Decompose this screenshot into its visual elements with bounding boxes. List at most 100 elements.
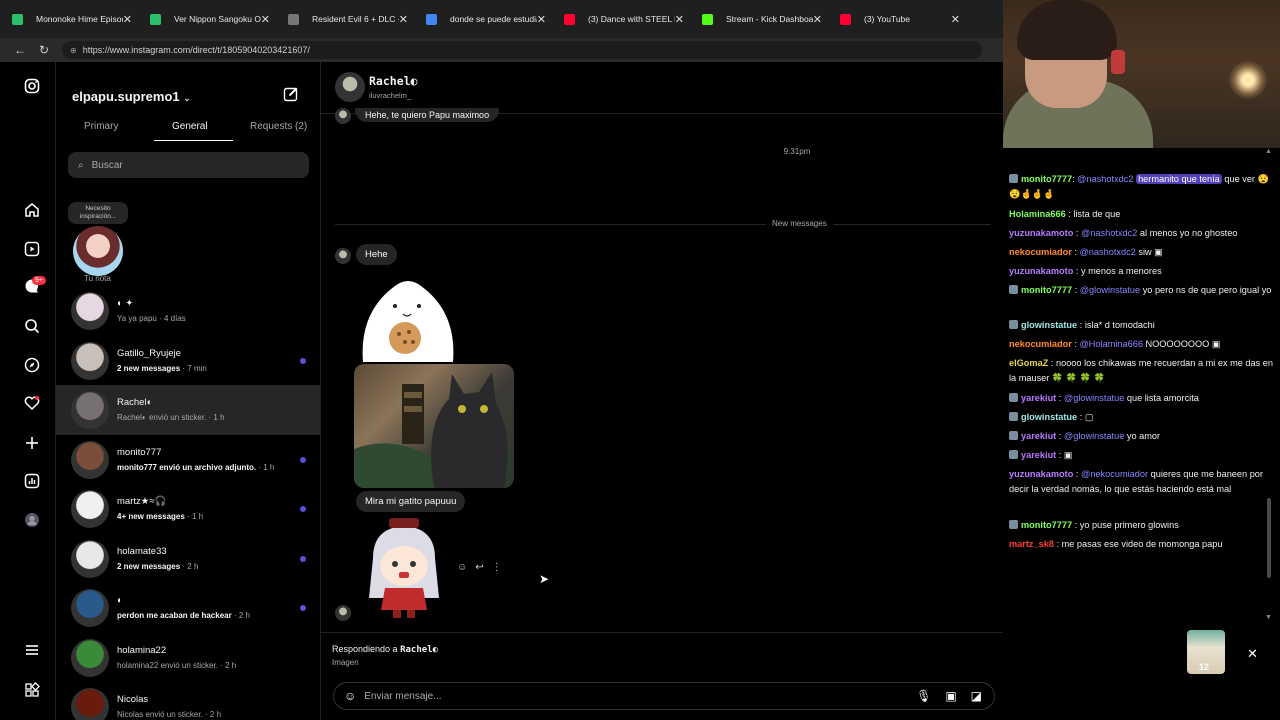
close-tab-icon[interactable]: ✕ bbox=[261, 13, 270, 26]
emoji-icon[interactable]: ☺ bbox=[344, 689, 356, 703]
chat-scrollbar[interactable] bbox=[1267, 498, 1271, 578]
user-badge-icon bbox=[1009, 450, 1018, 459]
reels-icon[interactable] bbox=[22, 239, 42, 259]
close-tab-icon[interactable]: ✕ bbox=[537, 13, 546, 26]
chat-username[interactable]: nekocumiador bbox=[1009, 339, 1072, 349]
more-icon[interactable] bbox=[22, 640, 42, 660]
threads-icon[interactable] bbox=[22, 680, 42, 700]
browser-tab[interactable]: Ver Nippon Sangoku Online✕ bbox=[138, 0, 276, 38]
chat-username[interactable]: monito7777 bbox=[1021, 174, 1072, 184]
chat-text: que lista amorcita bbox=[1124, 393, 1199, 403]
chat-username[interactable]: yarekiut bbox=[1021, 431, 1056, 441]
site-info-icon[interactable]: ⊕ bbox=[70, 46, 77, 55]
close-tab-icon[interactable]: ✕ bbox=[399, 13, 408, 26]
microphone-icon[interactable]: 🎙 bbox=[916, 689, 931, 703]
browser-tab[interactable]: donde se puede estudiar de✕ bbox=[414, 0, 552, 38]
chat-mention[interactable]: @nashotxdc2 bbox=[1079, 247, 1135, 257]
conversation-item[interactable]: monito777 monito777 envió un archivo adju… bbox=[56, 435, 320, 485]
chat-username[interactable]: Holamina666 bbox=[1009, 209, 1066, 219]
search-input[interactable]: ⌕ Buscar bbox=[68, 152, 309, 178]
close-tab-icon[interactable]: ✕ bbox=[123, 13, 132, 26]
tab-requests[interactable]: Requests (2) bbox=[250, 121, 307, 132]
chat-mention[interactable]: @nashotxdc2 bbox=[1081, 228, 1137, 238]
chat-username[interactable]: martz_sk8 bbox=[1009, 539, 1054, 549]
conversation-item[interactable]: ◐ perdon me acaban de hackear · 2 h bbox=[56, 583, 320, 633]
new-messages-label: New messages bbox=[766, 219, 833, 228]
conversation-item[interactable]: holamate33 2 new messages · 2 h bbox=[56, 534, 320, 584]
chat-mention[interactable]: @nashotxdc2 bbox=[1077, 174, 1133, 184]
chibi-sticker[interactable] bbox=[363, 518, 445, 618]
scroll-up-icon[interactable]: ▲ bbox=[1265, 148, 1272, 155]
dashboard-icon[interactable] bbox=[22, 471, 42, 491]
chat-mention[interactable]: @nekocumiador bbox=[1081, 469, 1148, 479]
chat-username[interactable]: yarekiut bbox=[1021, 393, 1056, 403]
chat-mention[interactable]: @glowinstatue bbox=[1064, 431, 1124, 441]
reply-icon[interactable]: ↩ bbox=[475, 562, 483, 573]
close-tab-icon[interactable]: ✕ bbox=[675, 13, 684, 26]
chat-username[interactable]: yuzunakamoto bbox=[1009, 266, 1073, 276]
account-switcher[interactable]: elpapu.supremo1 ⌄ bbox=[72, 89, 191, 104]
conversation-item[interactable]: Gatillo_Ryujeje 2 new messages · 7 min bbox=[56, 336, 320, 386]
note-avatar[interactable] bbox=[73, 226, 123, 276]
close-tab-icon[interactable]: ✕ bbox=[813, 13, 822, 26]
close-icon[interactable]: ✕ bbox=[1247, 646, 1258, 662]
chat-contact-name[interactable]: Rachel◐ bbox=[369, 74, 417, 88]
profile-icon[interactable] bbox=[22, 510, 42, 530]
compose-icon[interactable] bbox=[283, 86, 299, 106]
chat-mention[interactable]: @glowinstatue bbox=[1064, 393, 1124, 403]
reload-icon[interactable]: ↻ bbox=[34, 43, 54, 57]
explore-icon[interactable] bbox=[22, 355, 42, 375]
more-options-icon[interactable]: ⋮ bbox=[492, 562, 502, 573]
chat-username[interactable]: glowinstatue bbox=[1021, 412, 1077, 422]
react-icon[interactable]: ☺ bbox=[457, 562, 467, 573]
chat-mention[interactable]: @Holamina666 bbox=[1079, 339, 1142, 349]
notifications-icon[interactable] bbox=[22, 393, 42, 413]
browser-tab[interactable]: (3) YouTube ✕ bbox=[828, 0, 966, 38]
tab-primary[interactable]: Primary bbox=[84, 121, 118, 132]
chat-message: martz_sk8 : me pasas ese video de momong… bbox=[1009, 537, 1275, 552]
image-icon[interactable]: ▣ bbox=[945, 689, 956, 703]
chat-username[interactable]: yarekiut bbox=[1021, 450, 1056, 460]
message-bubble[interactable]: Hehe, te quiero Papu maximoo bbox=[355, 108, 500, 122]
chat-text: siw ▣ bbox=[1135, 247, 1163, 257]
close-tab-icon[interactable]: ✕ bbox=[951, 13, 960, 26]
message-bubble[interactable]: Mira mi gatito papuuu bbox=[356, 491, 466, 512]
chat-username[interactable]: nekocumiador bbox=[1009, 247, 1072, 257]
conversation-time: · 7 min bbox=[180, 364, 207, 373]
avatar[interactable] bbox=[335, 72, 365, 102]
conversation-item[interactable]: Rachel◐ Rachel◐ envió un sticker. · 1 h bbox=[56, 385, 320, 435]
chat-username[interactable]: monito7777 bbox=[1021, 520, 1072, 530]
scroll-down-icon[interactable]: ▼ bbox=[1265, 614, 1272, 621]
create-icon[interactable] bbox=[22, 433, 42, 453]
chat-username[interactable]: yuzunakamoto bbox=[1009, 228, 1073, 238]
sticker-icon[interactable]: ◪ bbox=[971, 689, 982, 703]
chat-mention[interactable]: @glowinstatue bbox=[1080, 285, 1140, 295]
conversation-item[interactable]: holamina22 holamina22 envió un sticker. ·… bbox=[56, 633, 320, 683]
browser-tab[interactable]: Resident Evil 6 + DLC + TU✕ bbox=[276, 0, 414, 38]
conversation-item[interactable]: martz★≈🎧 4+ new messages · 1 h bbox=[56, 484, 320, 534]
browser-tab[interactable]: (3) Dance with STEEL BALL R✕ bbox=[552, 0, 690, 38]
chat-username[interactable]: glowinstatue bbox=[1021, 320, 1077, 330]
conversation-time: · 1 h bbox=[256, 463, 275, 472]
note-bubble[interactable]: Necesito inspiración... bbox=[68, 202, 128, 224]
tab-general[interactable]: General bbox=[172, 121, 208, 132]
cat-photo[interactable] bbox=[354, 364, 514, 488]
chat-message: glowinstatue : isla* d tomodachi bbox=[1009, 318, 1275, 333]
browser-tab[interactable]: Mononoke Hime Episodio 1✕ bbox=[0, 0, 138, 38]
chat-header[interactable]: Rachel◐ iluvrachelm_ bbox=[321, 62, 1003, 114]
chat-username[interactable]: monito7777 bbox=[1021, 285, 1072, 295]
conversation-item[interactable]: ◐ ✦ Ya ya papu · 4 días bbox=[56, 286, 320, 336]
message-input[interactable]: ☺ Enviar mensaje... 🎙 ▣ ◪ bbox=[333, 682, 995, 710]
chat-username[interactable]: elGomaZ bbox=[1009, 358, 1048, 368]
conversation-preview-text: 2 new messages bbox=[117, 364, 181, 373]
browser-tab[interactable]: Stream - Kick Dashboard ✕ bbox=[690, 0, 828, 38]
mochi-sticker[interactable] bbox=[355, 272, 461, 364]
message-bubble[interactable]: Hehe bbox=[356, 244, 397, 265]
home-icon[interactable] bbox=[22, 200, 42, 220]
instagram-icon[interactable] bbox=[22, 76, 42, 96]
back-icon[interactable]: ← bbox=[10, 43, 30, 57]
conversation-item[interactable]: Nicolas Nicolas envió un sticker. · 2 h bbox=[56, 682, 320, 720]
search-icon[interactable] bbox=[22, 316, 42, 336]
chat-username[interactable]: yuzunakamoto bbox=[1009, 469, 1073, 479]
url-field[interactable]: ⊕ https://www.instagram.com/direct/t/180… bbox=[62, 41, 982, 59]
